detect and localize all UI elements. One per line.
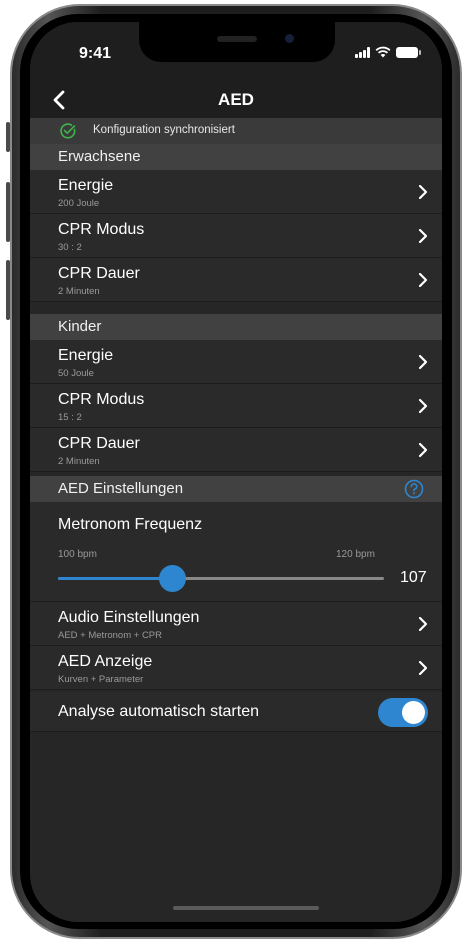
chevron-right-icon: [418, 354, 428, 370]
chevron-right-icon: [418, 442, 428, 458]
sync-banner: Konfiguration synchronisiert: [30, 118, 442, 144]
chevron-right-icon: [418, 272, 428, 288]
chevron-right-icon: [418, 184, 428, 200]
auto-analysis-label: Analyse automatisch starten: [58, 703, 259, 720]
toggle-knob: [402, 701, 425, 724]
speaker: [217, 36, 257, 42]
row-title: CPR Dauer: [58, 435, 140, 452]
row-title: CPR Modus: [58, 391, 145, 408]
section-header-label: AED Einstellungen: [58, 480, 184, 497]
row-subtitle: 2 Minuten: [58, 456, 100, 467]
volume-up-button: [6, 182, 10, 242]
row-title: CPR Modus: [58, 221, 145, 238]
nav-bar: AED: [30, 82, 442, 118]
status-time: 9:41: [79, 45, 112, 62]
notch: [139, 22, 335, 62]
help-icon[interactable]: [404, 479, 424, 499]
row-title: Energie: [58, 177, 114, 194]
signal-icon: [355, 46, 370, 58]
row-subtitle: 2 Minuten: [58, 286, 100, 297]
row-title: Audio Einstellungen: [58, 609, 200, 626]
section-header-children: Kinder: [30, 314, 442, 340]
chevron-right-icon: [418, 660, 428, 676]
home-indicator[interactable]: [173, 906, 319, 910]
chevron-right-icon: [418, 616, 428, 632]
child-cpr-duration-row[interactable]: CPR Dauer 2 Minuten: [30, 428, 442, 472]
row-title: AED Anzeige: [58, 653, 153, 670]
row-subtitle: AED + Metronom + CPR: [58, 630, 163, 641]
aed-display-row[interactable]: AED Anzeige Kurven + Parameter: [30, 646, 442, 690]
slider-thumb[interactable]: [159, 565, 187, 592]
chevron-right-icon: [418, 228, 428, 244]
audio-settings-row[interactable]: Audio Einstellungen AED + Metronom + CPR: [30, 602, 442, 646]
page-title: AED: [218, 90, 254, 109]
row-subtitle: 50 Joule: [58, 368, 94, 379]
section-header-aed-settings: AED Einstellungen: [30, 476, 442, 502]
volume-down-button: [6, 260, 10, 320]
row-subtitle: 15 : 2: [58, 412, 82, 423]
front-camera: [285, 34, 294, 43]
slider-fill: [58, 577, 173, 580]
slider-min-label: 100 bpm: [58, 549, 97, 560]
wifi-icon: [375, 46, 391, 58]
metronome-value: 107: [400, 569, 427, 586]
slider-max-label: 120 bpm: [336, 549, 375, 560]
mute-switch: [6, 122, 10, 152]
metronome-title: Metronom Frequenz: [58, 516, 203, 533]
child-cpr-mode-row[interactable]: CPR Modus 15 : 2: [30, 384, 442, 428]
row-title: CPR Dauer: [58, 265, 140, 282]
chevron-right-icon: [418, 398, 428, 414]
row-title: Energie: [58, 347, 114, 364]
sync-status-text: Konfiguration synchronisiert: [93, 124, 235, 136]
row-subtitle: 30 : 2: [58, 242, 82, 253]
section-header-adults: Erwachsene: [30, 144, 442, 170]
check-circle-icon: [60, 123, 76, 139]
metronome-slider[interactable]: [58, 565, 384, 592]
screen: 9:41 AED Konfiguration synchronisiert Er…: [30, 22, 442, 922]
child-energy-row[interactable]: Energie 50 Joule: [30, 340, 442, 384]
status-bar: 9:41: [30, 22, 442, 82]
metronome-frequency-block: Metronom Frequenz 100 bpm 120 bpm 107: [30, 502, 442, 602]
battery-icon: [396, 46, 421, 58]
adult-energy-row[interactable]: Energie 200 Joule: [30, 170, 442, 214]
auto-analysis-toggle[interactable]: [378, 698, 428, 727]
auto-analysis-row: Analyse automatisch starten: [30, 692, 442, 732]
status-icons: [355, 46, 421, 58]
row-subtitle: 200 Joule: [58, 198, 100, 209]
row-subtitle: Kurven + Parameter: [58, 674, 144, 685]
adult-cpr-duration-row[interactable]: CPR Dauer 2 Minuten: [30, 258, 442, 302]
adult-cpr-mode-row[interactable]: CPR Modus 30 : 2: [30, 214, 442, 258]
